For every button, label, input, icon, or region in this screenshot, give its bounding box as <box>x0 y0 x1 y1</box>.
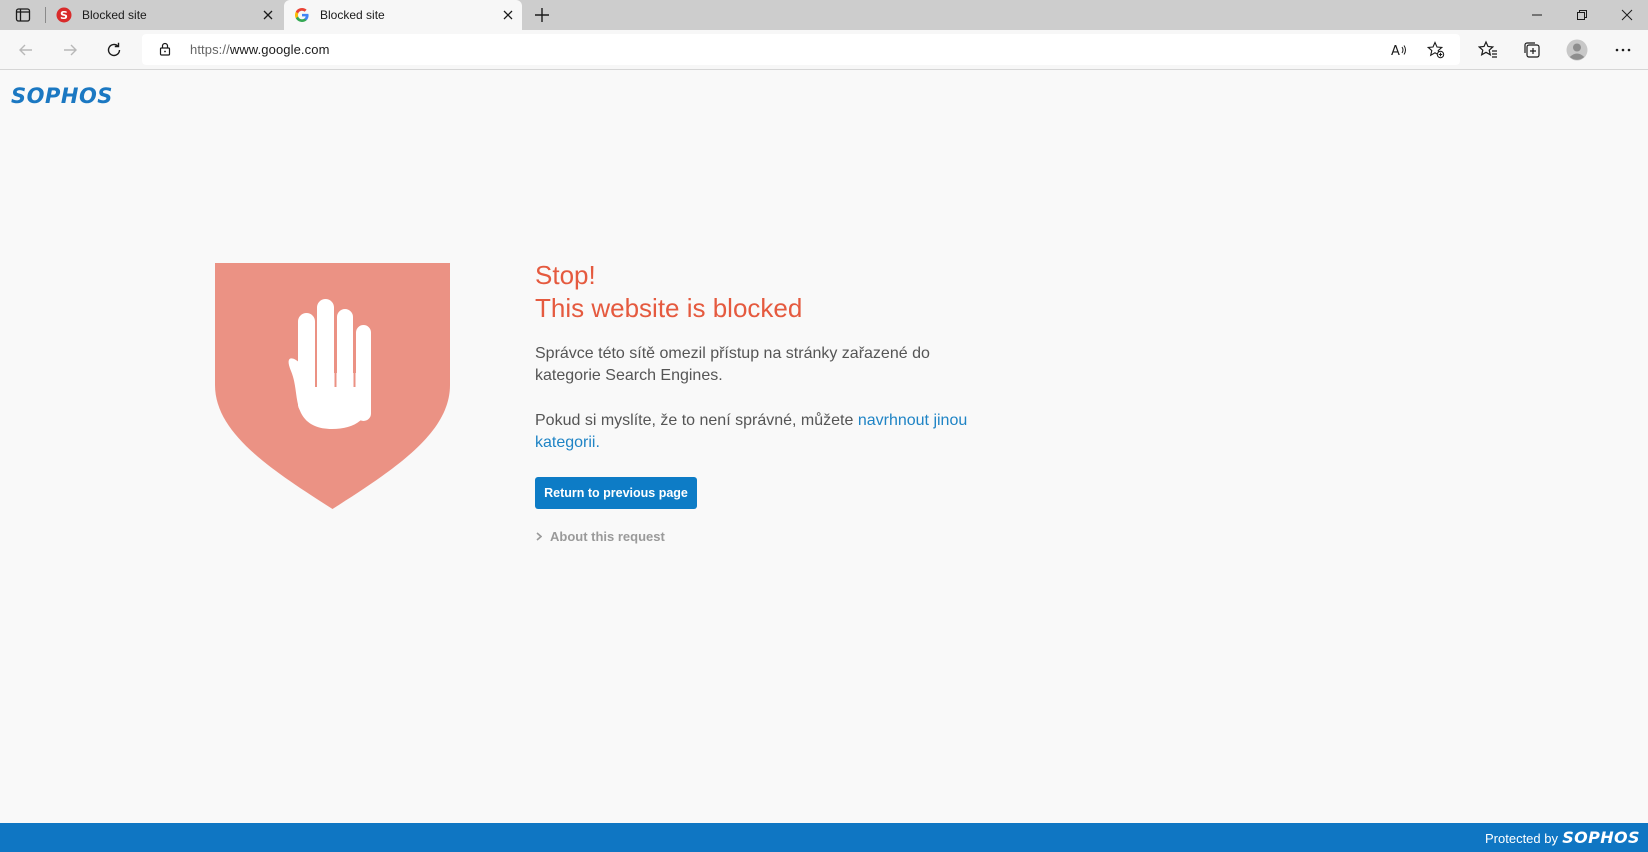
close-tab-icon[interactable] <box>260 7 276 23</box>
back-arrow-icon <box>19 44 32 56</box>
blocked-heading: Stop! This website is blocked <box>535 259 802 325</box>
forward-arrow-icon <box>64 44 77 56</box>
footer-sophos-logo: SOPHOS <box>1562 828 1640 847</box>
tab-actions-button[interactable] <box>8 4 38 26</box>
heading-blocked: This website is blocked <box>535 293 803 323</box>
more-dots-icon <box>1615 48 1631 52</box>
forward-button[interactable] <box>58 38 82 62</box>
url-domain: www.google.com <box>229 42 330 57</box>
close-tab-icon[interactable] <box>500 7 516 23</box>
heading-stop: Stop! <box>535 260 596 290</box>
tab-blocked-site-google[interactable]: Blocked site <box>284 0 522 30</box>
browser-toolbar: https://www.google.com A <box>0 30 1648 70</box>
sophos-favicon-icon: S <box>56 7 72 23</box>
back-button[interactable] <box>14 38 38 62</box>
profile-avatar-icon <box>1566 39 1588 61</box>
collections-button[interactable] <box>1521 39 1543 61</box>
google-favicon-icon <box>295 8 309 22</box>
tab-title: Blocked site <box>320 8 385 22</box>
svg-text:A: A <box>1391 44 1400 59</box>
suggest-category-text: Pokud si myslíte, že to není správné, mů… <box>535 412 858 429</box>
collections-icon <box>1524 42 1540 58</box>
new-tab-plus-icon[interactable] <box>532 5 552 25</box>
tab-strip: S Blocked site Blocked site <box>0 0 1648 30</box>
settings-more-button[interactable] <box>1612 39 1634 61</box>
add-favorite-icon[interactable] <box>1427 41 1445 59</box>
sophos-logo: SOPHOS <box>11 84 113 108</box>
footer-bar: Protected by SOPHOS <box>0 823 1648 852</box>
tab-title: Blocked site <box>82 8 147 22</box>
about-this-request-label: About this request <box>550 529 665 544</box>
restore-icon <box>1577 10 1587 20</box>
url-text: https://www.google.com <box>190 42 330 57</box>
reload-icon <box>107 42 121 57</box>
return-to-previous-page-button[interactable]: Return to previous page <box>535 477 697 509</box>
favorites-button[interactable] <box>1477 39 1499 61</box>
protected-by-text: Protected by <box>1485 831 1558 846</box>
read-aloud-icon[interactable]: A <box>1390 41 1408 59</box>
minimize-icon <box>1532 14 1542 16</box>
close-window-button[interactable] <box>1604 0 1648 30</box>
block-reason-message: Správce této sítě omezil přístup na strá… <box>535 345 930 384</box>
minimize-button[interactable] <box>1514 0 1560 30</box>
tab-actions-icon <box>15 8 31 22</box>
lock-icon[interactable] <box>158 42 172 56</box>
address-bar[interactable]: https://www.google.com A <box>142 34 1460 65</box>
profile-button[interactable] <box>1566 39 1588 61</box>
about-this-request-toggle[interactable]: About this request <box>536 529 665 544</box>
reload-button[interactable] <box>102 38 126 62</box>
chevron-right-icon <box>536 532 542 541</box>
restore-button[interactable] <box>1559 0 1605 30</box>
stop-hand-shield-icon <box>215 263 450 509</box>
favorites-icon <box>1478 40 1497 58</box>
svg-text:S: S <box>60 9 68 22</box>
close-window-icon <box>1621 9 1633 21</box>
url-scheme: https:// <box>190 42 230 57</box>
suggest-category-message: Pokud si myslíte, že to není správné, mů… <box>535 410 995 454</box>
tab-blocked-site-sophos[interactable]: S Blocked site <box>46 0 282 30</box>
